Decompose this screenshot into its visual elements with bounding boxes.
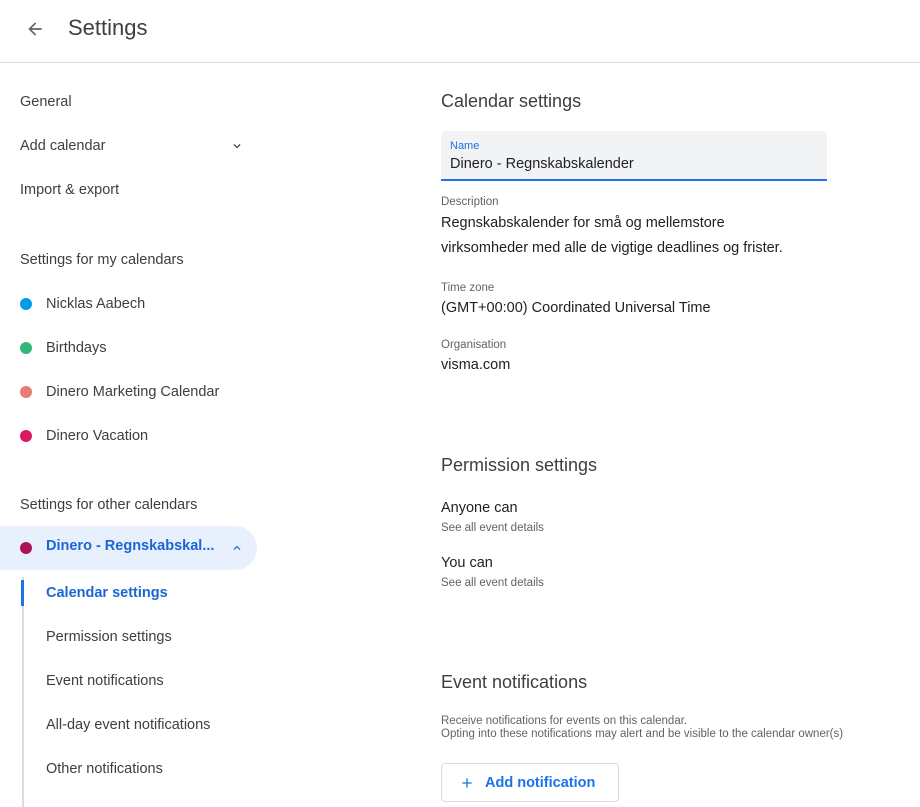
add-notification-label: Add notification [485, 774, 596, 791]
permission-settings-title: Permission settings [441, 455, 598, 475]
organisation-label: Organisation [441, 339, 507, 351]
description-line: virksomheder med alle de vigtige deadlin… [441, 240, 783, 256]
notification-description-line: Receive notifications for events on this… [441, 715, 688, 727]
subnav-event-notifications[interactable]: Event notifications [46, 671, 164, 691]
add-notification-button[interactable]: Add notification [441, 763, 619, 802]
event-notifications-title: Event notifications [441, 672, 588, 692]
calendar-label: Dinero - Regnskabskal... [46, 538, 215, 554]
calendar-label: Dinero Vacation [46, 428, 149, 444]
sidebar-item-nicklas-aabech[interactable]: Nicklas Aabech [20, 294, 145, 314]
description-line: Regnskabskalender for små og mellemstore [441, 215, 725, 231]
nav-add-calendar-label: Add calendar [20, 138, 106, 154]
name-label: Name [450, 140, 480, 152]
calendar-color-dot [20, 298, 32, 310]
arrow-back-icon [28, 22, 42, 36]
name-value[interactable]: Dinero - Regnskabskalender [450, 156, 634, 172]
organisation-value: visma.com [441, 357, 511, 373]
my-calendars-heading: Settings for my calendars [20, 252, 184, 268]
subnav-all-day-event-notifications[interactable]: All-day event notifications [46, 715, 210, 735]
description-label: Description [441, 196, 499, 208]
anyone-can-label: Anyone can [441, 500, 518, 516]
calendar-name-field[interactable]: Name Dinero - Regnskabskalender [441, 131, 827, 181]
back-button[interactable] [22, 16, 48, 42]
nav-general[interactable]: General [20, 92, 72, 112]
you-can-detail: See all event details [441, 577, 544, 589]
other-calendars-heading: Settings for other calendars [20, 497, 198, 513]
settings-main: Calendar settings Name Dinero - Regnskab… [441, 63, 920, 807]
nav-import-export[interactable]: Import & export [20, 180, 119, 200]
subnav-track [22, 577, 24, 807]
calendar-label: Nicklas Aabech [46, 296, 146, 312]
calendar-color-dot [20, 542, 32, 554]
subnav-active-indicator [21, 580, 24, 606]
sidebar-item-dinero-vacation[interactable]: Dinero Vacation [20, 426, 148, 446]
calendar-color-dot [20, 342, 32, 354]
settings-sidebar: General Add calendar Import & export Set… [0, 63, 270, 807]
calendar-label: Dinero Marketing Calendar [46, 384, 220, 400]
calendar-settings-title: Calendar settings [441, 91, 582, 111]
timezone-label: Time zone [441, 282, 495, 294]
sidebar-item-birthdays[interactable]: Birthdays [20, 338, 106, 358]
description-value[interactable]: Regnskabskalender for små og mellemstore… [441, 211, 861, 261]
subnav-other-notifications[interactable]: Other notifications [46, 759, 163, 779]
anyone-can-detail: See all event details [441, 522, 544, 534]
sidebar-item-dinero-regnskabskalender[interactable]: Dinero - Regnskabskal... [0, 526, 257, 570]
sidebar-item-dinero-marketing[interactable]: Dinero Marketing Calendar [20, 382, 219, 402]
notification-description-line: Opting into these notifications may aler… [441, 728, 844, 740]
notification-description: Receive notifications for events on this… [441, 715, 920, 741]
chevron-down-icon[interactable] [230, 139, 244, 153]
subnav-calendar-settings[interactable]: Calendar settings [46, 583, 168, 603]
calendar-color-dot [20, 386, 32, 398]
calendar-color-dot [20, 430, 32, 442]
calendar-label: Birthdays [46, 340, 107, 356]
app-header: Settings [0, 0, 920, 63]
page-title: Settings [68, 15, 148, 40]
timezone-value[interactable]: (GMT+00:00) Coordinated Universal Time [441, 300, 711, 316]
subnav-permission-settings[interactable]: Permission settings [46, 627, 172, 647]
you-can-label: You can [441, 555, 493, 571]
nav-add-calendar[interactable]: Add calendar [20, 136, 250, 156]
add-icon [459, 775, 475, 791]
chevron-up-icon[interactable] [230, 541, 244, 555]
